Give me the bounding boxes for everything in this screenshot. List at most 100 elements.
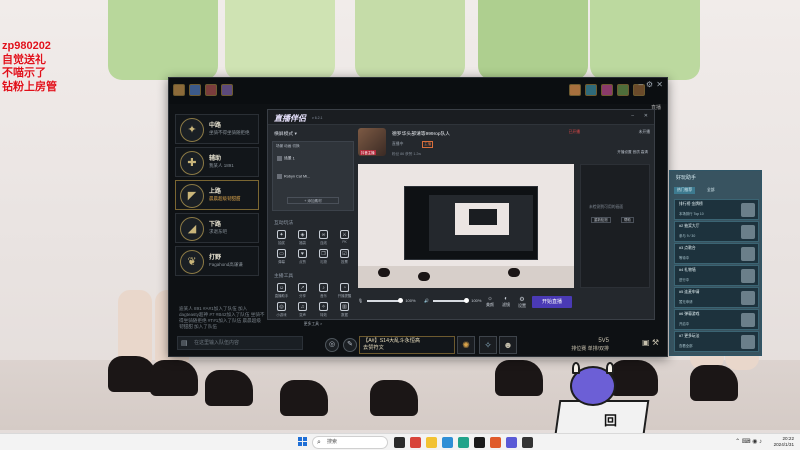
- gamepad-icon: ◎: [277, 302, 286, 311]
- list-item[interactable]: #3 点歌台 等待中: [674, 243, 759, 264]
- stream-controls: 🎙 100% 🔊 100% ☼ 美颜 ◐ 滤镜 ⚙ 设置 开始直播: [358, 294, 650, 314]
- taskbar-app-icon[interactable]: [410, 437, 421, 448]
- tool-vote[interactable]: ☑ 投票: [335, 249, 354, 264]
- player-name: 我某人 1891: [209, 163, 234, 168]
- tool-data[interactable]: ▥ 数据: [335, 302, 354, 317]
- mic-slider[interactable]: [367, 297, 404, 303]
- tool-remind[interactable]: ◔ 开播提醒: [335, 283, 354, 298]
- start-button[interactable]: [298, 437, 308, 447]
- scene-item[interactable]: 场景 1: [277, 156, 295, 162]
- help-button[interactable]: 帮助: [621, 217, 634, 223]
- scene-item[interactable]: Robyn Cat Mi...: [277, 174, 310, 179]
- summoner-spell-icon[interactable]: ✧: [479, 336, 497, 354]
- champion-portrait[interactable]: [205, 84, 217, 96]
- champion-portrait[interactable]: [585, 84, 597, 96]
- tab-all[interactable]: 全部: [704, 187, 718, 194]
- bag-icon: ◈: [298, 230, 307, 239]
- tool-assistant[interactable]: ☺ 直播助手: [272, 283, 291, 298]
- preview-shoe: [418, 272, 430, 281]
- close-icon[interactable]: ✕: [656, 80, 663, 89]
- close-icon[interactable]: ✕: [644, 113, 648, 119]
- stream-title[interactable]: 德罗华头部请等999rop队人: [392, 130, 450, 137]
- tool-link[interactable]: ∞ 连线: [314, 230, 333, 245]
- tool-like[interactable]: ♥ 点赞: [293, 249, 312, 264]
- add-source-button[interactable]: + 添加素材: [287, 197, 339, 204]
- taskbar-app-icon[interactable]: [394, 437, 405, 448]
- champion-portrait[interactable]: [189, 84, 201, 96]
- settings-icon[interactable]: ⚙: [646, 80, 653, 89]
- tool-share[interactable]: ↗ 分享: [293, 283, 312, 298]
- tool-game[interactable]: ◎ 小游戏: [272, 302, 291, 317]
- taskbar-app-icon[interactable]: [506, 437, 517, 448]
- team-champions-left: [173, 84, 233, 96]
- match-info[interactable]: 【A#】S14大乱斗永恒高 去赞符文: [359, 336, 455, 354]
- live-indicator: 已开播: [568, 130, 580, 134]
- speaker-volume[interactable]: 🔊 100%: [424, 297, 481, 303]
- beauty-button[interactable]: ☼ 美颜: [486, 296, 494, 308]
- list-item[interactable]: #6 弹幕游戏 开启中: [674, 309, 759, 330]
- taskbar-app-icon[interactable]: [458, 437, 469, 448]
- list-item[interactable]: #7 更多玩法 查看全部: [674, 331, 759, 352]
- taskbar-search[interactable]: ⌕ 搜索: [312, 436, 388, 449]
- taskbar-app-icon[interactable]: [474, 437, 485, 448]
- tools-icon[interactable]: ⚒: [652, 338, 659, 347]
- retry-detect-button[interactable]: 重新检测: [591, 217, 611, 223]
- tool-pk[interactable]: ⚔ PK: [335, 230, 354, 245]
- taskbar-clock[interactable]: 20:22 2024/1/31: [774, 436, 794, 448]
- start-live-button[interactable]: 开始直播: [532, 296, 572, 308]
- tool-lottery[interactable]: ✦ 抽奖: [272, 230, 291, 245]
- stream-settings-links[interactable]: 开播设置 音质 高清: [617, 150, 648, 155]
- tool-gift[interactable]: ❒ 礼物: [314, 249, 333, 264]
- taskbar-app-icon[interactable]: [490, 437, 501, 448]
- system-tray[interactable]: ⌃ ⌨ ◉ ♪: [735, 438, 762, 445]
- edit-icon[interactable]: ✎: [343, 338, 357, 352]
- preview-shoe: [508, 268, 520, 277]
- tool-label: 福袋: [299, 241, 306, 245]
- chat-bubble-icon[interactable]: ▣: [642, 338, 650, 347]
- avatar[interactable]: 抖音主播: [358, 128, 386, 156]
- champion-portrait[interactable]: [173, 84, 185, 96]
- tool-effect[interactable]: ✧ 特效: [314, 302, 333, 317]
- list-item[interactable]: 排行榜 金牌榜 本场排行 Top 10: [674, 199, 759, 220]
- champion-portrait[interactable]: [221, 84, 233, 96]
- scene-tabs[interactable]: 场景 动画 切换: [276, 144, 300, 149]
- list-item[interactable]: #5 连麦申请 暂无申请: [674, 287, 759, 308]
- vote-icon: ☑: [340, 249, 349, 258]
- role-slot-support[interactable]: ✚ 辅助 我某人 1891: [175, 147, 259, 177]
- role-slot-top[interactable]: ◤ 上路 晨晨超级韧甜甜: [175, 180, 259, 210]
- rune-icon[interactable]: ✺: [457, 336, 475, 354]
- speaker-slider[interactable]: [433, 297, 470, 303]
- tool-danmaku[interactable]: ▭ 弹幕: [272, 249, 291, 264]
- filter-button[interactable]: ◐ 滤镜: [502, 296, 510, 308]
- taskbar-app-icon[interactable]: [522, 437, 533, 448]
- tool-luckybag[interactable]: ◈ 福袋: [293, 230, 312, 245]
- champion-portrait[interactable]: [617, 84, 629, 96]
- item-name: #5 连麦申请: [679, 290, 700, 294]
- preview-shoe: [378, 268, 390, 277]
- tool-voice[interactable]: ♫ 变声: [293, 302, 312, 317]
- minimize-icon[interactable]: –: [639, 80, 643, 89]
- taskbar: ⌕ 搜索 ⌃ ⌨ ◉ ♪ 20:22 2024/1/31: [0, 433, 800, 450]
- more-tools-link[interactable]: 更多工具 >: [272, 322, 354, 327]
- champion-portrait[interactable]: [569, 84, 581, 96]
- minimize-icon[interactable]: –: [631, 113, 634, 119]
- tool-music[interactable]: ♪ 音乐: [314, 283, 333, 298]
- item-desc: 进行中: [679, 278, 690, 282]
- mic-volume[interactable]: 🎙 100%: [358, 297, 416, 303]
- role-slot-jungle[interactable]: ❦ 打野 Fagahond高谦谦: [175, 246, 259, 276]
- settings-button[interactable]: ⚙ 设置: [518, 296, 526, 309]
- role-name: 打野: [209, 255, 222, 261]
- team-chat-input[interactable]: ▤ 在这里输入队伍内容: [177, 336, 303, 350]
- list-item[interactable]: #2 抽奖大厅 参与 9 / 30: [674, 221, 759, 242]
- list-item[interactable]: #4 礼物墙 进行中: [674, 265, 759, 286]
- folder-icon[interactable]: [426, 437, 437, 448]
- friends-icon[interactable]: ◎: [325, 338, 339, 352]
- stream-preview[interactable]: [358, 164, 574, 288]
- champion-portrait[interactable]: [601, 84, 613, 96]
- scene-mode-select[interactable]: 横屏模式 ▾: [274, 130, 354, 137]
- role-slot-mid[interactable]: ✦ 中路 坐骑不得坐骑随拒绝: [175, 114, 259, 144]
- tab-hot[interactable]: 热门推荐: [674, 187, 696, 194]
- role-slot-bot[interactable]: ◢ 下路 求退东吧: [175, 213, 259, 243]
- emote-icon[interactable]: ☻: [499, 336, 517, 354]
- browser-icon[interactable]: [442, 437, 453, 448]
